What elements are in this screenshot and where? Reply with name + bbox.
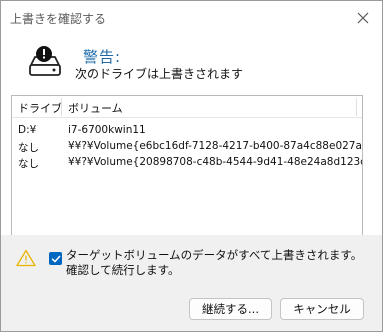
table-row[interactable]: なし ¥¥?¥Volume{20898708-c48b-4544-9d41-48… (12, 155, 362, 171)
warning-triangle-icon (16, 249, 36, 267)
drive-warning-icon (29, 46, 61, 76)
confirm-checkbox-label[interactable]: ターゲットボリュームのデータがすべて上書きされます。確認して続行します。 (66, 248, 366, 278)
table-row[interactable]: D:¥ i7-6700kwin11 (12, 123, 362, 139)
dialog-footer: ターゲットボリュームのデータがすべて上書きされます。確認して続行します。 継続す… (1, 235, 382, 331)
volume-cell: ¥¥?¥Volume{e6bc16df-7128-4217-b400-87a4c… (68, 140, 363, 152)
drive-cell: なし (18, 158, 39, 170)
drive-list[interactable]: ドライブ ボリューム D:¥ i7-6700kwin11 なし ¥¥?¥Volu… (11, 95, 363, 236)
drive-cell: D:¥ (18, 124, 37, 136)
warning-title: 警告: (83, 48, 122, 66)
column-divider[interactable] (356, 98, 357, 116)
column-divider[interactable] (61, 98, 62, 116)
overwrite-confirmation-dialog: 上書きを確認する 警告: 次のドライブは上書きされます ドライブ ボリューム D… (0, 0, 383, 332)
volume-cell: i7-6700kwin11 (68, 124, 146, 136)
check-icon (51, 255, 60, 262)
close-button[interactable] (352, 7, 374, 29)
continue-button[interactable]: 継続する... (189, 298, 272, 320)
title-bar: 上書きを確認する (1, 1, 382, 35)
column-header-drive[interactable]: ドライブ (18, 100, 62, 116)
list-header: ドライブ ボリューム (12, 96, 362, 118)
drive-list-area: ドライブ ボリューム D:¥ i7-6700kwin11 なし ¥¥?¥Volu… (1, 89, 382, 236)
confirm-checkbox[interactable] (49, 252, 62, 265)
close-icon (357, 12, 369, 24)
volume-cell: ¥¥?¥Volume{20898708-c48b-4544-9d41-48e24… (68, 156, 363, 168)
column-header-volume[interactable]: ボリューム (68, 100, 123, 116)
warning-header: 警告: 次のドライブは上書きされます (1, 35, 382, 89)
drive-cell: なし (18, 142, 39, 154)
table-row[interactable]: なし ¥¥?¥Volume{e6bc16df-7128-4217-b400-87… (12, 139, 362, 155)
cancel-button[interactable]: キャンセル (280, 298, 364, 320)
window-title: 上書きを確認する (10, 12, 107, 26)
warning-message: 次のドライブは上書きされます (75, 67, 244, 81)
